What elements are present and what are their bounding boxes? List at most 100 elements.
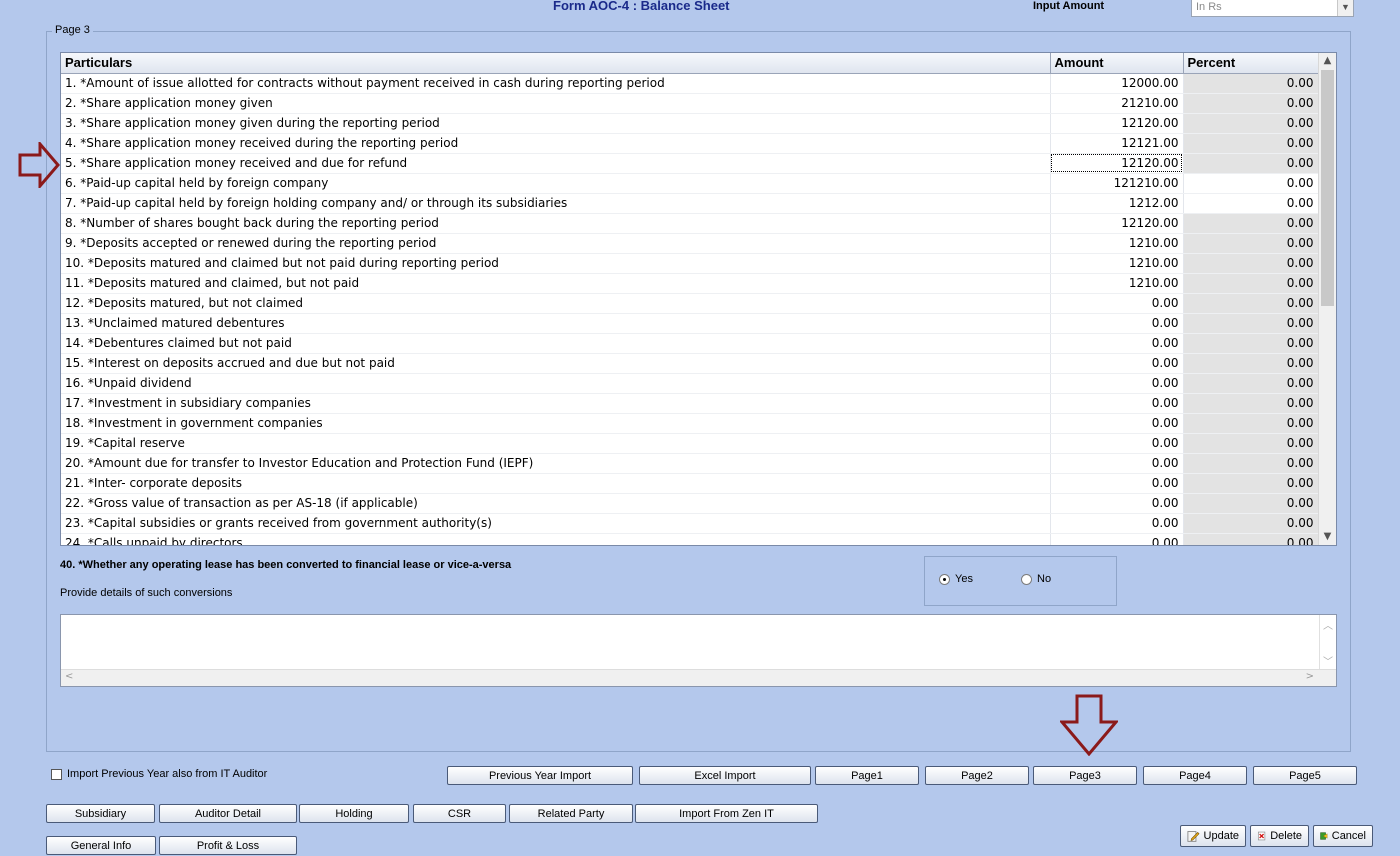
particular-cell: 20. *Amount due for transfer to Investor… [61,453,1051,474]
table-row[interactable]: 12. *Deposits matured, but not claimed 0.… [61,293,1319,314]
amount-cell[interactable]: 12120.00 [1050,153,1184,174]
import-previous-year-checkbox[interactable]: Import Previous Year also from IT Audito… [51,768,267,780]
general-info-button[interactable]: General Info [46,836,156,855]
table-row[interactable]: 8. *Number of shares bought back during … [61,213,1319,234]
update-button[interactable]: Update [1180,825,1246,847]
previous-year-import-button[interactable]: Previous Year Import [447,766,633,785]
page5-button[interactable]: Page5 [1253,766,1357,785]
table-row[interactable]: 20. *Amount due for transfer to Investor… [61,453,1319,474]
table-row[interactable]: 5. *Share application money received and… [61,153,1319,174]
particulars-grid[interactable]: Particulars Amount Percent 1. *Amount of… [60,52,1337,546]
table-row[interactable]: 19. *Capital reserve 0.00 0.00 [61,433,1319,454]
amount-cell[interactable]: 1210.00 [1050,273,1184,294]
table-row[interactable]: 15. *Interest on deposits accrued and du… [61,353,1319,374]
chevron-down-icon[interactable]: ▼ [1337,0,1353,16]
amount-cell[interactable]: 0.00 [1050,513,1184,534]
amount-cell[interactable]: 0.00 [1050,433,1184,454]
amount-cell[interactable]: 0.00 [1050,393,1184,414]
table-row[interactable]: 4. *Share application money received dur… [61,133,1319,154]
percent-cell: 0.00 [1183,453,1319,474]
table-row[interactable]: 1. *Amount of issue allotted for contrac… [61,73,1319,94]
column-header-amount[interactable]: Amount [1050,53,1184,74]
amount-cell[interactable]: 0.00 [1050,493,1184,514]
unit-select[interactable]: In Rs ▼ [1191,0,1354,17]
memo-vertical-scrollbar[interactable]: ︿ ﹀ [1319,615,1336,670]
cancel-button[interactable]: Cancel [1313,825,1373,847]
scroll-up-icon[interactable]: ︿ [1320,617,1336,632]
column-header-percent[interactable]: Percent [1183,53,1319,74]
amount-cell[interactable]: 0.00 [1050,453,1184,474]
amount-cell[interactable]: 1212.00 [1050,193,1184,214]
amount-cell[interactable]: 0.00 [1050,373,1184,394]
table-row[interactable]: 14. *Debentures claimed but not paid 0.00… [61,333,1319,354]
subsidiary-button[interactable]: Subsidiary [46,804,155,823]
table-row[interactable]: 18. *Investment in government companies 0… [61,413,1319,434]
particular-cell: 3. *Share application money given during… [61,113,1051,134]
percent-cell: 0.00 [1183,253,1319,274]
no-radio[interactable]: No [1021,573,1051,585]
table-row[interactable]: 13. *Unclaimed matured debentures 0.00 0.0… [61,313,1319,334]
percent-cell: 0.00 [1183,153,1319,174]
scroll-right-icon[interactable]: > [1306,671,1314,682]
table-row[interactable]: 7. *Paid-up capital held by foreign hold… [61,193,1319,214]
amount-cell[interactable]: 12120.00 [1050,213,1184,234]
checkbox-box[interactable] [51,768,62,780]
amount-cell[interactable]: 21210.00 [1050,93,1184,114]
percent-cell: 0.00 [1183,493,1319,514]
table-row[interactable]: 22. *Gross value of transaction as per A… [61,493,1319,514]
table-row[interactable]: 16. *Unpaid dividend 0.00 0.00 [61,373,1319,394]
scroll-down-icon[interactable]: ﹀ [1320,653,1336,668]
excel-import-button[interactable]: Excel Import [639,766,811,785]
related-party-button[interactable]: Related Party [509,804,633,823]
memo-horizontal-scrollbar[interactable]: < > [61,669,1336,686]
table-row[interactable]: 9. *Deposits accepted or renewed during … [61,233,1319,254]
amount-cell[interactable]: 0.00 [1050,413,1184,434]
amount-cell[interactable]: 12120.00 [1050,113,1184,134]
csr-button[interactable]: CSR [413,804,506,823]
table-row[interactable]: 17. *Investment in subsidiary companies 0… [61,393,1319,414]
amount-cell[interactable]: 0.00 [1050,533,1184,545]
particular-cell: 2. *Share application money given [61,93,1051,114]
table-row[interactable]: 21. *Inter- corporate deposits 0.00 0.00 [61,473,1319,494]
page1-button[interactable]: Page1 [815,766,919,785]
particular-cell: 10. *Deposits matured and claimed but no… [61,253,1051,274]
amount-cell[interactable]: 1210.00 [1050,233,1184,254]
amount-cell[interactable]: 12000.00 [1050,73,1184,94]
grid-vertical-scrollbar[interactable]: ▲ ▼ [1318,53,1336,545]
particular-cell: 23. *Capital subsidies or grants receive… [61,513,1051,534]
amount-cell[interactable]: 0.00 [1050,473,1184,494]
table-row[interactable]: 3. *Share application money given during… [61,113,1319,134]
table-row[interactable]: 2. *Share application money given 21210.0… [61,93,1319,114]
no-radio-label: No [1037,573,1052,585]
import-from-zen-it-button[interactable]: Import From Zen IT [635,804,818,823]
column-header-particulars[interactable]: Particulars [61,53,1051,74]
particular-cell: 18. *Investment in government companies [61,413,1051,434]
auditor-detail-button[interactable]: Auditor Detail [159,804,297,823]
amount-cell[interactable]: 0.00 [1050,293,1184,314]
delete-button[interactable]: Delete [1250,825,1309,847]
table-row[interactable]: 6. *Paid-up capital held by foreign comp… [61,173,1319,194]
scroll-down-icon[interactable]: ▼ [1319,529,1336,545]
scroll-left-icon[interactable]: < [65,671,73,682]
profit-loss-button[interactable]: Profit & Loss [159,836,297,855]
table-row[interactable]: 10. *Deposits matured and claimed but no… [61,253,1319,274]
conversion-details-textarea[interactable]: ︿ ﹀ < > [60,614,1337,687]
percent-cell: 0.00 [1183,333,1319,354]
percent-cell: 0.00 [1183,373,1319,394]
table-row[interactable]: 23. *Capital subsidies or grants receive… [61,513,1319,534]
scroll-up-icon[interactable]: ▲ [1319,53,1336,69]
page2-button[interactable]: Page2 [925,766,1029,785]
amount-cell[interactable]: 0.00 [1050,333,1184,354]
scrollbar-thumb[interactable] [1321,70,1334,306]
yes-radio[interactable]: Yes [939,573,973,585]
amount-cell[interactable]: 1210.00 [1050,253,1184,274]
table-row[interactable]: 11. *Deposits matured and claimed, but n… [61,273,1319,294]
amount-cell[interactable]: 0.00 [1050,353,1184,374]
page3-button[interactable]: Page3 [1033,766,1137,785]
page4-button[interactable]: Page4 [1143,766,1247,785]
amount-cell[interactable]: 12121.00 [1050,133,1184,154]
amount-cell[interactable]: 0.00 [1050,313,1184,334]
table-row[interactable]: 24. *Calls unpaid by directors 0.00 0.00 [61,533,1319,545]
holding-button[interactable]: Holding [299,804,409,823]
amount-cell[interactable]: 121210.00 [1050,173,1184,194]
